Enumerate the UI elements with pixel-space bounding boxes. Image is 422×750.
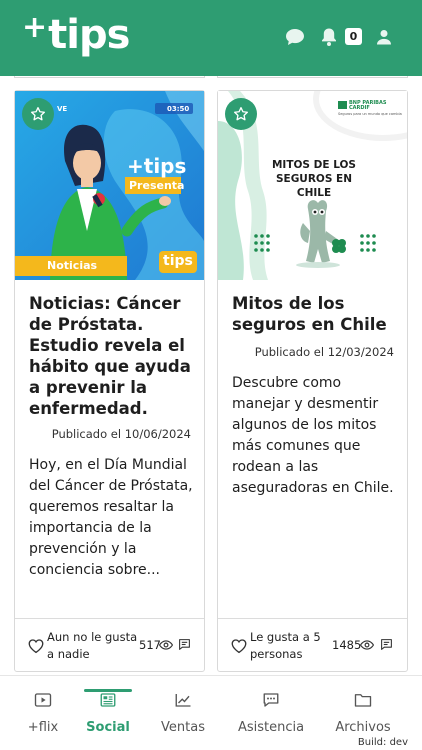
heart-icon[interactable] (27, 637, 45, 655)
eye-icon (360, 640, 374, 650)
time-label: 03:50 (167, 105, 190, 113)
card-thumbnail[interactable]: BNP PARIBAS CARDIF Seguros para un mundo… (218, 91, 407, 280)
nav-label: +flix (27, 720, 59, 735)
user-icon[interactable] (371, 24, 397, 50)
folder-icon (354, 694, 372, 707)
nav-label: Asistencia (237, 720, 305, 735)
bank-tagline: Seguros para un mundo que cambia (338, 112, 402, 116)
card-title[interactable]: Mitos de los seguros en Chile (232, 293, 400, 335)
nav-item-social[interactable]: Social (78, 676, 138, 736)
nav-item-asistencia[interactable]: Asistencia (232, 676, 310, 736)
tips-logo[interactable]: + tips (22, 9, 130, 59)
nav-item-flix[interactable]: +flix (14, 676, 72, 736)
app-header: + tips 0 (0, 0, 422, 76)
card-description: Descubre como manejar y desmentir alguno… (232, 375, 394, 496)
likes-text: Aun no le gusta a nadie (47, 630, 138, 661)
card-footer: Aun no le gusta a nadie 517 (15, 618, 204, 672)
logo-text: tips (48, 12, 130, 58)
bank-name: BNP PARIBAS CARDIF (349, 100, 387, 111)
favorite-button[interactable] (225, 98, 257, 130)
card-thumbnail[interactable]: VE 03:50 +tips Presenta Noticias tips (15, 91, 204, 280)
previous-card-edge (217, 76, 408, 78)
favorite-button[interactable] (22, 98, 54, 130)
card-description: Hoy, en el Día Mundial del Cáncer de Pró… (29, 457, 193, 578)
star-icon (31, 107, 45, 121)
comment-icon[interactable] (178, 638, 191, 651)
views-count: 1485 (332, 638, 362, 652)
newspaper-icon (100, 693, 116, 707)
noticias-label: Noticias (47, 259, 98, 272)
video-icon (34, 693, 52, 707)
nav-label: Social (86, 720, 130, 735)
brand-tips-text: +tips (127, 154, 187, 178)
published-date: Publicado el 12/03/2024 (254, 345, 394, 359)
card-title[interactable]: Noticias: Cáncer de Próstata. Estudio re… (29, 293, 197, 419)
star-icon (234, 107, 248, 121)
image-headline: MITOS DE LOS SEGUROS EN CHILE (271, 159, 356, 199)
tips-badge: tips (163, 253, 193, 269)
build-label: Build: dev (357, 737, 408, 748)
views-count: 517 (139, 638, 161, 652)
eye-icon (159, 640, 173, 650)
card-footer: Le gusta a 5 personas 1485 (218, 618, 407, 672)
heart-icon[interactable] (230, 637, 248, 655)
news-card[interactable]: BNP PARIBAS CARDIF Seguros para un mundo… (217, 90, 408, 672)
logo-plus: + (22, 9, 48, 45)
chart-icon (175, 694, 191, 707)
bell-icon[interactable] (316, 24, 342, 50)
comment-icon[interactable] (380, 638, 393, 651)
presenta-label: Presenta (129, 179, 185, 192)
notification-badge: 0 (345, 28, 362, 45)
previous-card-edge (14, 76, 205, 78)
message-icon (263, 693, 279, 707)
nav-label: Archivos (335, 720, 391, 735)
live-label: VE (57, 105, 68, 113)
published-date: Publicado el 10/06/2024 (51, 427, 191, 441)
nav-label: Ventas (161, 720, 205, 735)
chat-icon[interactable] (282, 24, 308, 50)
active-tab-indicator (84, 689, 132, 692)
news-card[interactable]: VE 03:50 +tips Presenta Noticias tips No… (14, 90, 205, 672)
nav-item-archivos[interactable]: Archivos (331, 676, 395, 736)
nav-item-ventas[interactable]: Ventas (152, 676, 214, 736)
